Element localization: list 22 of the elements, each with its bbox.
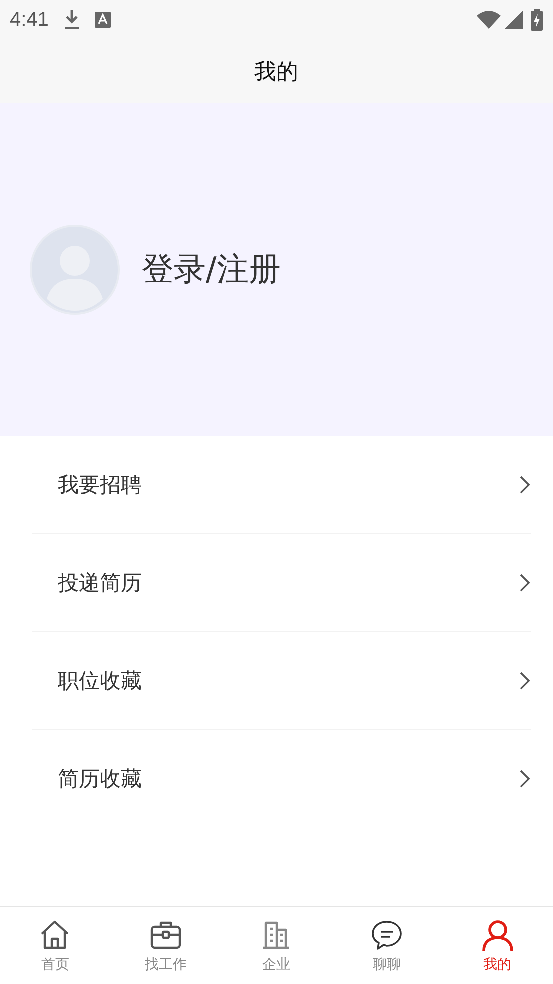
keyboard-app-icon bbox=[94, 12, 111, 28]
chevron-right-icon bbox=[519, 474, 531, 494]
chevron-right-icon bbox=[519, 670, 531, 690]
wifi-icon bbox=[477, 10, 501, 30]
menu-item[interactable]: 职位收藏 bbox=[58, 666, 142, 694]
tab-item[interactable]: 企业 bbox=[221, 907, 332, 984]
menu-item[interactable]: 我要招聘 bbox=[58, 470, 142, 498]
tab-item[interactable]: 我的 bbox=[442, 907, 553, 984]
tab-item[interactable]: 首页 bbox=[0, 907, 111, 984]
signal-icon bbox=[505, 11, 523, 29]
battery-icon bbox=[531, 9, 543, 31]
chevron-right-icon bbox=[519, 572, 531, 592]
menu-item[interactable]: 投递简历 bbox=[58, 568, 142, 596]
menu-item[interactable]: 简历收藏 bbox=[58, 764, 142, 792]
page-title: 我的 bbox=[254, 58, 298, 86]
chevron-right-icon bbox=[519, 768, 531, 788]
tab-item[interactable]: 找工作 bbox=[110, 907, 222, 984]
person-icon bbox=[480, 918, 515, 952]
download-icon bbox=[62, 9, 81, 31]
login-register-link[interactable]: 登录/注册 bbox=[142, 248, 281, 292]
tab-item[interactable]: 聊聊 bbox=[332, 907, 442, 984]
status-time: 4:41 bbox=[10, 8, 49, 32]
